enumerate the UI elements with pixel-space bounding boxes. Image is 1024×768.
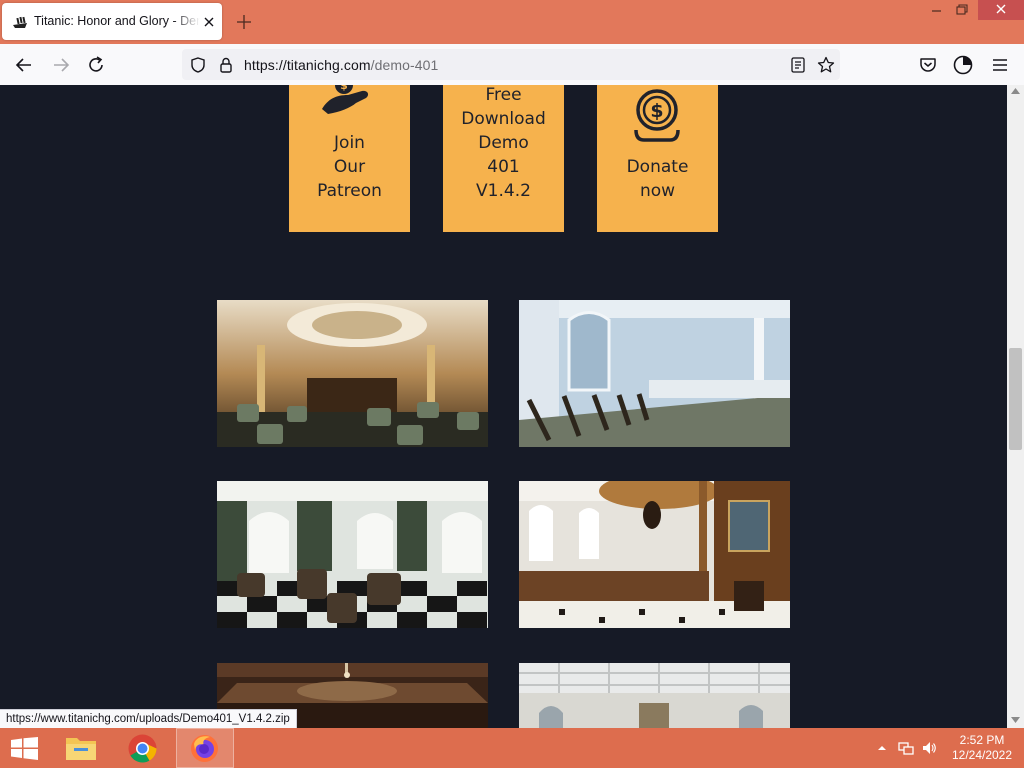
windows-taskbar: 2:52 PM 12/24/2022 [0, 728, 1024, 768]
titanic-favicon-icon [13, 16, 27, 28]
firefox-account-icon[interactable] [951, 53, 975, 77]
pocket-icon[interactable] [916, 53, 940, 77]
tab-title: Titanic: Honor and Glory - Demo 401 [34, 14, 200, 28]
clock-time: 2:52 PM [959, 733, 1005, 747]
donate-card[interactable]: $ Donate now [597, 85, 718, 232]
promenade-deck-screenshot[interactable] [519, 300, 790, 447]
join-patreon-card[interactable]: $ Join Our Patreon [289, 85, 410, 232]
card-label: Join Our Patreon [317, 133, 382, 201]
windows-start-icon[interactable] [11, 737, 38, 760]
ornate-lounge-screenshot[interactable] [217, 300, 488, 447]
patreon-hand-coin-icon: $ [322, 85, 369, 114]
close-tab-icon[interactable] [202, 15, 216, 29]
svg-text:$: $ [650, 100, 663, 122]
reload-icon[interactable] [84, 53, 108, 77]
volume-icon[interactable] [921, 740, 937, 756]
link-status-overlay: https://www.titanichg.com/uploads/Demo40… [0, 709, 297, 730]
close-window-icon[interactable] [978, 0, 1024, 20]
tab-titanic-demo[interactable]: Titanic: Honor and Glory - Demo 401 [2, 3, 222, 40]
url-host: https://titanichg.com [244, 57, 371, 73]
tracking-protection-shield-icon[interactable] [188, 55, 208, 75]
white-dining-hall-screenshot[interactable] [519, 663, 790, 728]
navigation-toolbar: https://titanichg.com/demo-401 [0, 44, 1024, 86]
firefox-taskbar-item[interactable] [176, 728, 234, 768]
dollar-coin-icon: $ [634, 89, 680, 142]
palm-court-screenshot[interactable] [217, 481, 488, 628]
vertical-scrollbar[interactable] [1007, 85, 1024, 728]
system-clock[interactable]: 2:52 PM 12/24/2022 [946, 733, 1018, 763]
url-path: /demo-401 [370, 57, 439, 73]
chrome-taskbar-item[interactable] [114, 728, 172, 768]
lock-icon[interactable] [216, 55, 236, 75]
new-tab-plus-icon[interactable] [234, 12, 254, 32]
firefox-icon [191, 735, 218, 762]
restore-window-icon[interactable] [944, 0, 978, 20]
file-explorer-icon [66, 738, 96, 760]
card-label: Free Download Demo 401 V1.4.2 [461, 85, 546, 201]
file-explorer-taskbar-item[interactable] [52, 728, 110, 768]
card-label: Donate now [626, 157, 689, 201]
scrollbar-thumb[interactable] [1009, 348, 1022, 450]
gymnasium-screenshot[interactable] [519, 481, 790, 628]
svg-text:$: $ [340, 85, 348, 92]
free-download-demo-card[interactable]: Free Download Demo 401 V1.4.2 [443, 85, 564, 232]
network-icon[interactable] [898, 740, 914, 756]
tab-strip: Titanic: Honor and Glory - Demo 401 [0, 0, 1024, 44]
clock-date: 12/24/2022 [951, 748, 1013, 762]
back-arrow-icon[interactable] [12, 53, 36, 77]
scroll-down-arrow-icon[interactable] [1011, 717, 1020, 723]
scroll-up-arrow-icon[interactable] [1011, 88, 1020, 94]
bookmark-star-icon[interactable] [816, 55, 836, 75]
chrome-icon [128, 734, 157, 763]
url-text: https://titanichg.com/demo-401 [244, 57, 438, 73]
web-page-content: $ Join Our Patreon Free Download Demo 40… [0, 85, 1007, 728]
forward-arrow-icon[interactable] [49, 53, 73, 77]
reader-view-icon[interactable] [788, 55, 808, 75]
address-bar[interactable]: https://titanichg.com/demo-401 [182, 49, 840, 80]
hamburger-menu-icon[interactable] [988, 53, 1012, 77]
show-hidden-icons-chevron-icon[interactable] [874, 740, 890, 756]
